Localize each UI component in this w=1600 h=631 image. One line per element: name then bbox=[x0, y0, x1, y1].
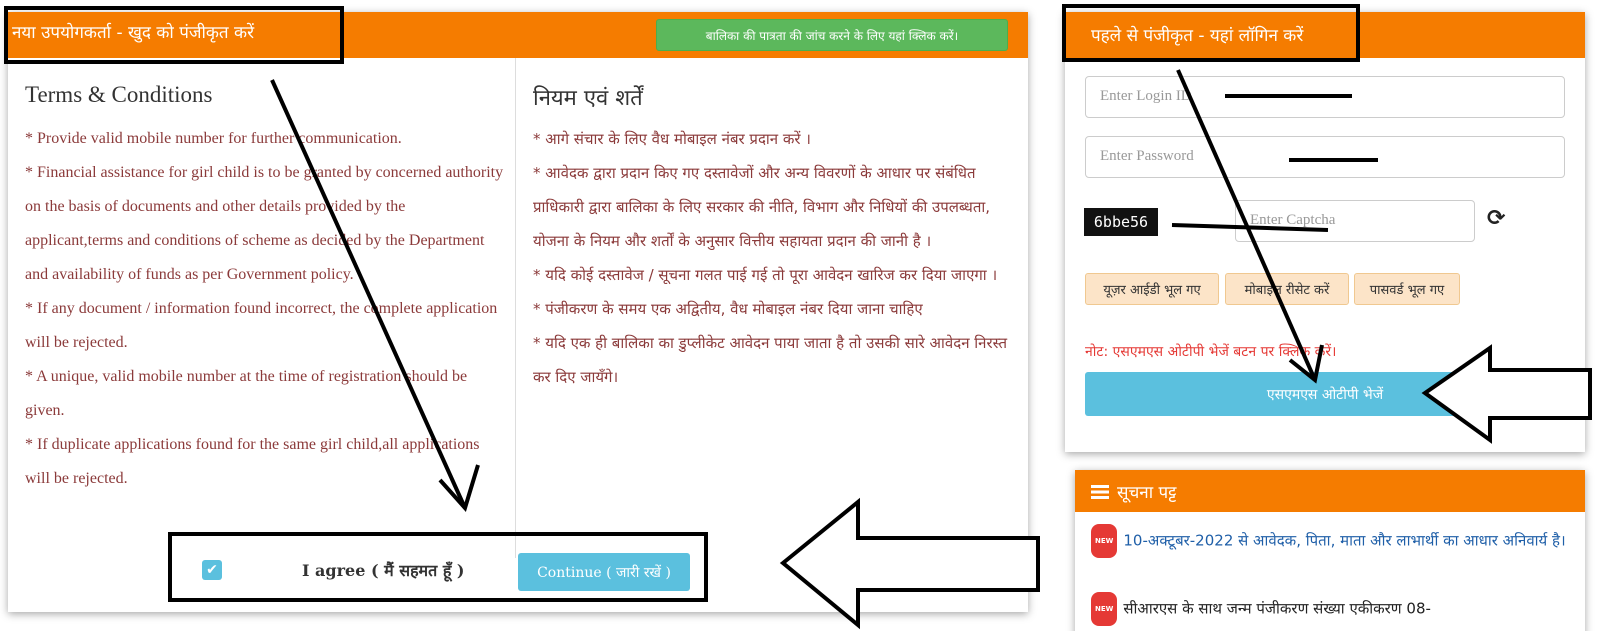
terms-english-item: * Provide valid mobile number for furthe… bbox=[25, 130, 402, 147]
terms-english-item: * Financial assistance for girl child is… bbox=[25, 164, 504, 283]
list-icon bbox=[1091, 484, 1109, 499]
terms-hindi-item: * यदि एक ही बालिका का डुप्लीकेट आवेदन पा… bbox=[533, 334, 1008, 386]
forgot-user-id-button[interactable]: यूज़र आईडी भूल गए bbox=[1085, 273, 1219, 305]
notice-title: सूचना पट्ट bbox=[1117, 483, 1177, 503]
notice-header: सूचना पट्ट bbox=[1075, 470, 1585, 512]
send-otp-button[interactable]: एसएमएस ओटीपी भेजें bbox=[1085, 372, 1565, 416]
captcha-image: 6bbe56 bbox=[1084, 208, 1158, 236]
refresh-icon[interactable]: ⟳ bbox=[1487, 206, 1505, 231]
terms-english-item: * A unique, valid mobile number at the t… bbox=[25, 368, 468, 419]
notice-item[interactable]: NEW 10-अक्टूबर-2022 से आवेदक, पिता, माता … bbox=[1091, 524, 1571, 558]
forgot-password-button[interactable]: पासवर्ड भूल गए bbox=[1354, 273, 1460, 305]
captcha-input[interactable]: Enter Captcha bbox=[1235, 200, 1475, 242]
terms-english-heading: Terms & Conditions bbox=[25, 82, 213, 107]
otp-note: नोट: एसएमएस ओटीपी भेजें बटन पर क्लिक करे… bbox=[1085, 344, 1337, 360]
terms-hindi: नियम एवं शर्तें * आगे संचार के लिए वैध म… bbox=[533, 82, 1013, 394]
terms-hindi-item: * पंजीकरण के समय एक अद्वितीय, वैध मोबाइल… bbox=[533, 300, 923, 318]
terms-hindi-item: * आगे संचार के लिए वैध मोबाइल नंबर प्रदा… bbox=[533, 130, 811, 148]
login-id-input[interactable]: Enter Login ID bbox=[1085, 76, 1565, 118]
highlight-box bbox=[168, 532, 708, 602]
terms-hindi-item: * यदि कोई दस्तावेज / सूचना गलत पाई गई तो… bbox=[533, 266, 998, 284]
terms-english: Terms & Conditions * Provide valid mobil… bbox=[25, 82, 505, 496]
notice-item-text: 10-अक्टूबर-2022 से आवेदक, पिता, माता और … bbox=[1123, 531, 1566, 550]
terms-hindi-item: * आवेदक द्वारा प्रदान किए गए दस्तावेजों … bbox=[533, 164, 991, 250]
terms-hindi-heading: नियम एवं शर्तें bbox=[533, 86, 643, 111]
registration-panel: नया उपयोगकर्ता - खुद को पंजीकृत करें बाल… bbox=[8, 12, 1028, 612]
notice-item[interactable]: NEW सीआरएस के साथ जन्म पंजीकरण संख्या एकी… bbox=[1091, 592, 1571, 626]
terms-english-item: * If duplicate applications found for th… bbox=[25, 436, 480, 487]
highlight-box bbox=[4, 6, 344, 64]
terms-english-item: * If any document / information found in… bbox=[25, 300, 498, 351]
new-badge-icon: NEW bbox=[1091, 524, 1118, 558]
notice-item-text: सीआरएस के साथ जन्म पंजीकरण संख्या एकीकरण… bbox=[1123, 599, 1431, 618]
notice-panel: सूचना पट्ट NEW 10-अक्टूबर-2022 से आवेदक, … bbox=[1075, 470, 1585, 631]
column-divider bbox=[515, 58, 516, 558]
highlight-box bbox=[1062, 4, 1360, 62]
password-input[interactable]: Enter Password bbox=[1085, 136, 1565, 178]
eligibility-check-button[interactable]: बालिका की पात्रता की जांच करने के लिए यह… bbox=[656, 19, 1008, 51]
new-badge-icon: NEW bbox=[1091, 592, 1118, 626]
notice-title-wrap: सूचना पट्ट bbox=[1091, 480, 1177, 503]
login-panel: पहले से पंजीकृत - यहां लॉगिन करें Enter … bbox=[1065, 12, 1585, 452]
reset-mobile-button[interactable]: मोबाइल रीसेट करें bbox=[1225, 273, 1349, 305]
